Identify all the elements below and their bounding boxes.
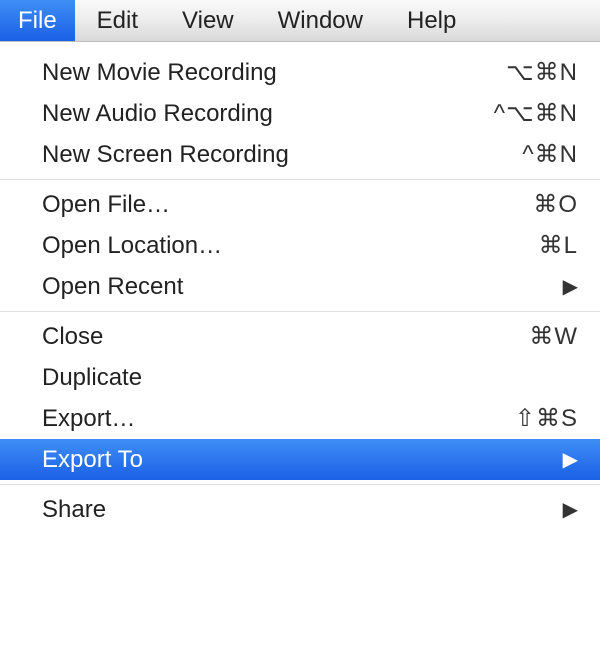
menubar-item-label: Edit bbox=[97, 7, 138, 35]
menu-item-shortcut: ⌘O bbox=[533, 190, 578, 219]
menu-item-label: Open Recent bbox=[42, 273, 183, 301]
menu-item-label: Export… bbox=[42, 405, 135, 433]
menu-item-shortcut: ^⌘N bbox=[522, 140, 578, 169]
menu-item-duplicate[interactable]: Duplicate bbox=[0, 357, 600, 398]
menu-separator bbox=[0, 484, 600, 485]
menu-item-close[interactable]: Close ⌘W bbox=[0, 316, 600, 357]
menu-item-label: Export To bbox=[42, 446, 143, 474]
menu-item-export[interactable]: Export… ⇧⌘S bbox=[0, 398, 600, 439]
menu-item-label: Open File… bbox=[42, 191, 170, 219]
menu-item-label: Close bbox=[42, 323, 103, 351]
menu-item-open-recent[interactable]: Open Recent ▶ bbox=[0, 266, 600, 307]
menu-item-shortcut: ⇧⌘S bbox=[515, 404, 578, 433]
menubar-item-help[interactable]: Help bbox=[385, 0, 478, 41]
menubar-item-label: Window bbox=[278, 7, 363, 35]
submenu-arrow-icon: ▶ bbox=[563, 447, 578, 472]
menubar-item-label: Help bbox=[407, 7, 456, 35]
submenu-arrow-icon: ▶ bbox=[563, 274, 578, 299]
menubar-item-window[interactable]: Window bbox=[256, 0, 385, 41]
menu-item-new-audio-recording[interactable]: New Audio Recording ^⌥⌘N bbox=[0, 93, 600, 134]
file-menu-dropdown: New Movie Recording ⌥⌘N New Audio Record… bbox=[0, 42, 600, 530]
menu-item-label: New Screen Recording bbox=[42, 141, 289, 169]
menu-item-open-location[interactable]: Open Location… ⌘L bbox=[0, 225, 600, 266]
menu-item-label: Share bbox=[42, 496, 106, 524]
menu-item-export-to[interactable]: Export To ▶ bbox=[0, 439, 600, 480]
menubar-item-label: View bbox=[182, 7, 234, 35]
menu-item-open-file[interactable]: Open File… ⌘O bbox=[0, 184, 600, 225]
menu-separator bbox=[0, 311, 600, 312]
menu-item-shortcut: ⌥⌘N bbox=[506, 58, 578, 87]
menu-item-new-movie-recording[interactable]: New Movie Recording ⌥⌘N bbox=[0, 52, 600, 93]
menu-item-label: New Audio Recording bbox=[42, 100, 273, 128]
menubar-item-file[interactable]: File bbox=[0, 0, 75, 41]
menu-item-label: Duplicate bbox=[42, 364, 142, 392]
menu-separator bbox=[0, 179, 600, 180]
menu-item-label: Open Location… bbox=[42, 232, 222, 260]
menu-item-shortcut: ⌘L bbox=[539, 231, 578, 260]
submenu-arrow-icon: ▶ bbox=[563, 497, 578, 522]
menubar-item-label: File bbox=[18, 7, 57, 35]
menu-item-new-screen-recording[interactable]: New Screen Recording ^⌘N bbox=[0, 134, 600, 175]
menu-item-shortcut: ⌘W bbox=[529, 322, 578, 351]
menu-item-share[interactable]: Share ▶ bbox=[0, 489, 600, 530]
menubar: File Edit View Window Help bbox=[0, 0, 600, 42]
menubar-item-view[interactable]: View bbox=[160, 0, 256, 41]
menubar-item-edit[interactable]: Edit bbox=[75, 0, 160, 41]
menu-item-shortcut: ^⌥⌘N bbox=[494, 99, 578, 128]
menu-item-label: New Movie Recording bbox=[42, 59, 277, 87]
